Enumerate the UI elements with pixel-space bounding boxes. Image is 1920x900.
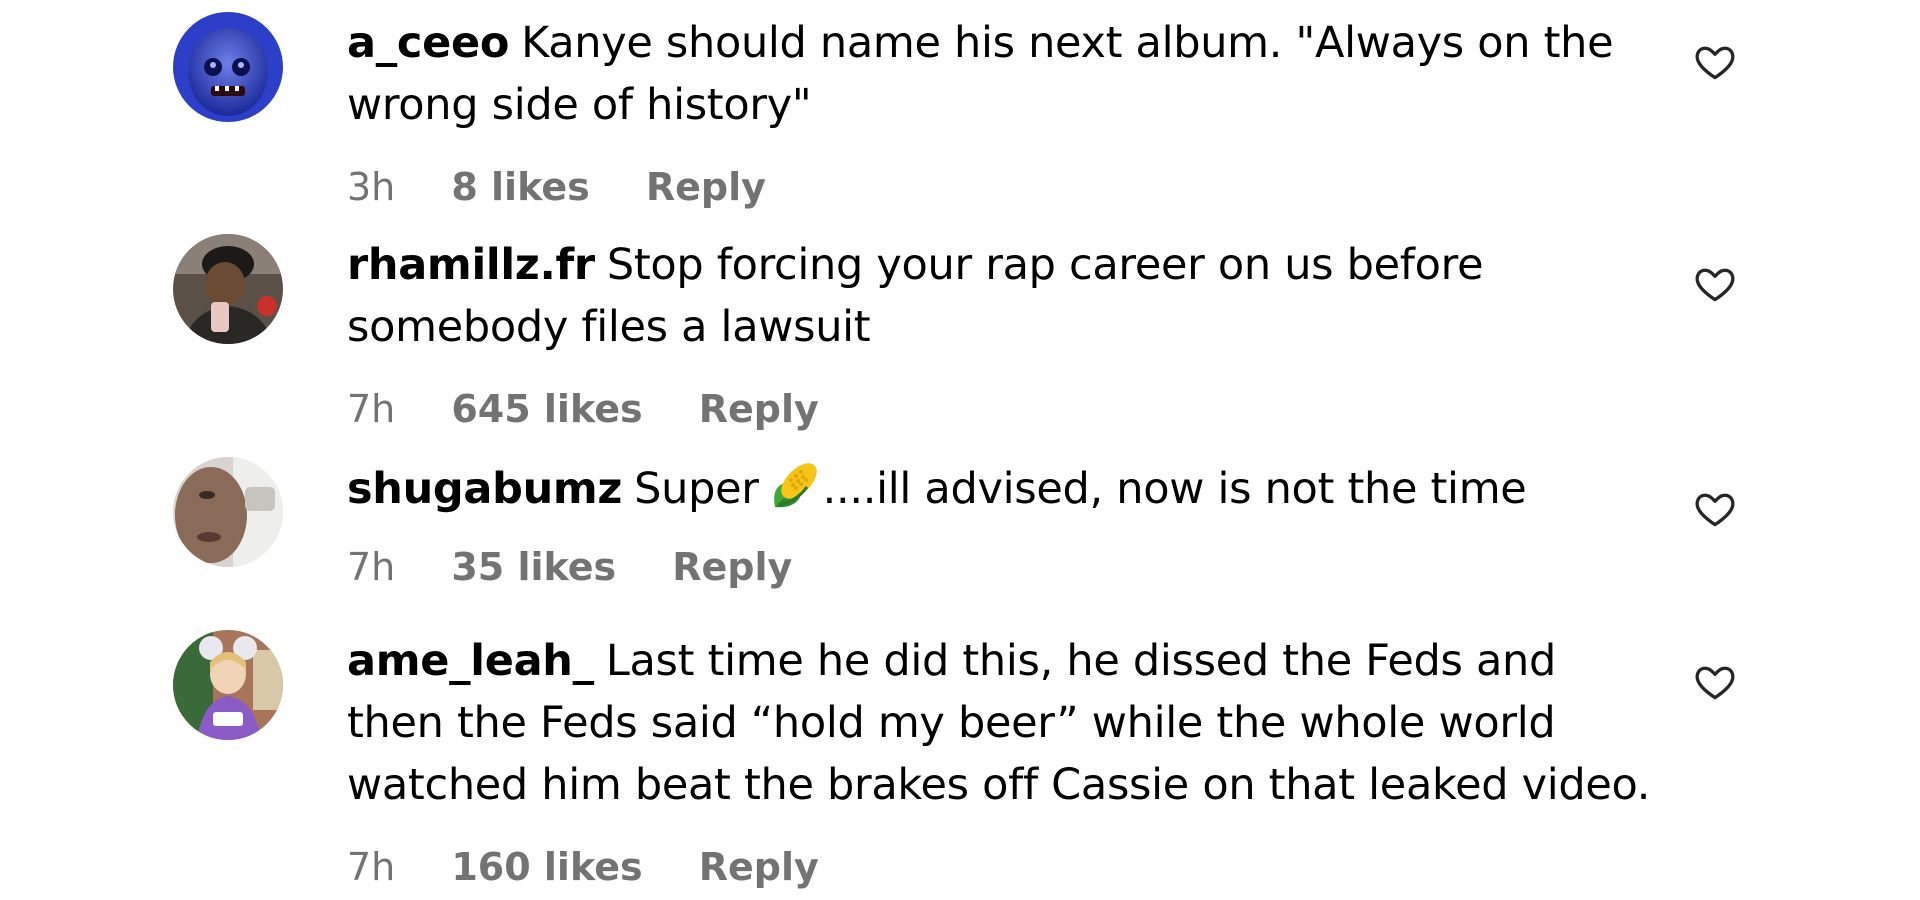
comment-meta: 7h 160 likes Reply [347,842,1657,892]
person-closeup-avatar-icon [173,457,283,567]
comment-meta: 3h 8 likes Reply [347,162,1657,212]
comment-text: a_ceeo Kanye should name his next album. … [347,12,1657,136]
comment-likes-count[interactable]: 8 likes [451,162,589,212]
comment-timestamp[interactable]: 3h [347,162,395,212]
person-selfie-avatar-icon [173,234,283,344]
comment-timestamp[interactable]: 7h [347,842,395,892]
comment-username[interactable]: rhamillz.fr [347,240,595,290]
reply-button[interactable]: Reply [699,842,819,892]
reply-button[interactable]: Reply [699,384,819,434]
avatar[interactable] [173,234,283,344]
heart-outline-icon[interactable] [1693,262,1737,306]
reply-button[interactable]: Reply [646,162,766,212]
comment-text: rhamillz.fr Stop forcing your rap career … [347,234,1657,358]
comment-likes-count[interactable]: 35 likes [451,542,616,592]
heart-outline-icon[interactable] [1693,40,1737,84]
heart-outline-icon[interactable] [1693,660,1737,704]
comment-text: ame_leah_ Last time he did this, he disse… [347,630,1657,816]
corn-emoji-icon [773,463,817,508]
comment-list: a_ceeo Kanye should name his next album. … [0,0,1920,900]
comment-likes-count[interactable]: 160 likes [451,842,642,892]
blue-monster-avatar-icon [173,12,283,122]
comment-body-start: Super [634,464,759,514]
comment-timestamp[interactable]: 7h [347,542,395,592]
comment-text: shugabumz Super ....ill advised, now is n… [347,457,1657,520]
comment-likes-count[interactable]: 645 likes [451,384,642,434]
heart-outline-icon[interactable] [1693,487,1737,531]
reply-button[interactable]: Reply [672,542,792,592]
avatar[interactable] [173,630,283,740]
comment-username[interactable]: shugabumz [347,464,622,514]
comment-username[interactable]: a_ceeo [347,18,509,68]
comment-body: Kanye should name his next album. "Alway… [347,18,1614,130]
comment-timestamp[interactable]: 7h [347,384,395,434]
avatar[interactable] [173,457,283,567]
avatar[interactable] [173,12,283,122]
child-with-ears-avatar-icon [173,630,283,740]
comment-meta: 7h 645 likes Reply [347,384,1657,434]
comment-meta: 7h 35 likes Reply [347,542,1657,592]
comment-body-end: ....ill advised, now is not the time [822,464,1527,514]
comment-username[interactable]: ame_leah_ [347,636,594,686]
